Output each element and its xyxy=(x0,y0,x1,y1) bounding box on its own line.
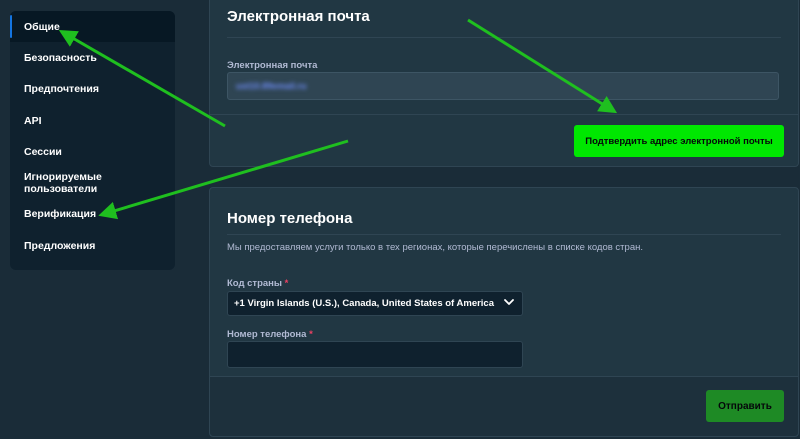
chevron-down-icon xyxy=(504,298,514,309)
sidebar-item-api[interactable]: API xyxy=(10,105,175,136)
confirm-email-button[interactable]: Подтвердить адрес электронной почты xyxy=(574,125,784,157)
phone-number-label: Номер телефона * xyxy=(227,329,313,340)
email-title-divider xyxy=(227,37,781,38)
country-code-label-text: Код страны xyxy=(227,278,283,289)
sidebar-item-label: Предложения xyxy=(24,239,96,252)
country-code-value: +1 Virgin Islands (U.S.), Canada, United… xyxy=(234,298,495,309)
sidebar-item-label: API xyxy=(24,114,42,127)
phone-card-footer: Отправить xyxy=(210,376,798,436)
required-mark: * xyxy=(284,278,289,289)
phone-title-divider xyxy=(227,234,781,235)
email-section-title: Электронная почта xyxy=(227,8,370,25)
send-button[interactable]: Отправить xyxy=(706,390,784,422)
settings-sidebar: Общие Безопасность Предпочтения API Сесс… xyxy=(10,11,175,270)
sidebar-item-label: Общие xyxy=(24,20,60,33)
sidebar-item-sessions[interactable]: Сессии xyxy=(10,136,175,167)
sidebar-item-label: Верификация xyxy=(24,208,97,221)
phone-number-label-text: Номер телефона xyxy=(227,329,307,340)
sidebar-item-offers[interactable]: Предложения xyxy=(10,230,175,261)
country-code-select[interactable]: +1 Virgin Islands (U.S.), Canada, United… xyxy=(227,291,523,316)
phone-card: Номер телефона Мы предоставляем услуги т… xyxy=(209,187,799,437)
required-mark: * xyxy=(309,329,313,340)
sidebar-item-general[interactable]: Общие xyxy=(10,11,175,43)
sidebar-item-ignored-users[interactable]: Игнорируемые пользователи xyxy=(10,167,175,198)
email-field-label: Электронная почта xyxy=(227,60,318,71)
phone-section-title: Номер телефона xyxy=(227,210,353,227)
sidebar-item-preferences[interactable]: Предпочтения xyxy=(10,74,175,105)
settings-page: Общие Безопасность Предпочтения API Сесс… xyxy=(0,0,800,439)
phone-section-description: Мы предоставляем услуги только в тех рег… xyxy=(227,242,643,253)
sidebar-item-security[interactable]: Безопасность xyxy=(10,42,175,73)
sidebar-item-label: Игнорируемые пользователи xyxy=(24,171,102,196)
email-card: Электронная почта Электронная почта ust1… xyxy=(209,0,799,167)
country-code-label: Код страны * xyxy=(227,278,288,289)
email-field[interactable]: ust10.89email.ru xyxy=(227,72,779,100)
phone-number-input[interactable] xyxy=(227,341,523,368)
phone-footer-divider xyxy=(210,376,798,377)
email-value: ust10.89email.ru xyxy=(236,81,307,91)
sidebar-item-verification[interactable]: Верификация xyxy=(10,199,175,230)
sidebar-item-label: Предпочтения xyxy=(24,83,99,96)
sidebar-item-label: Сессии xyxy=(24,145,62,158)
sidebar-item-label: Безопасность xyxy=(24,51,97,64)
email-footer-divider xyxy=(210,114,798,115)
